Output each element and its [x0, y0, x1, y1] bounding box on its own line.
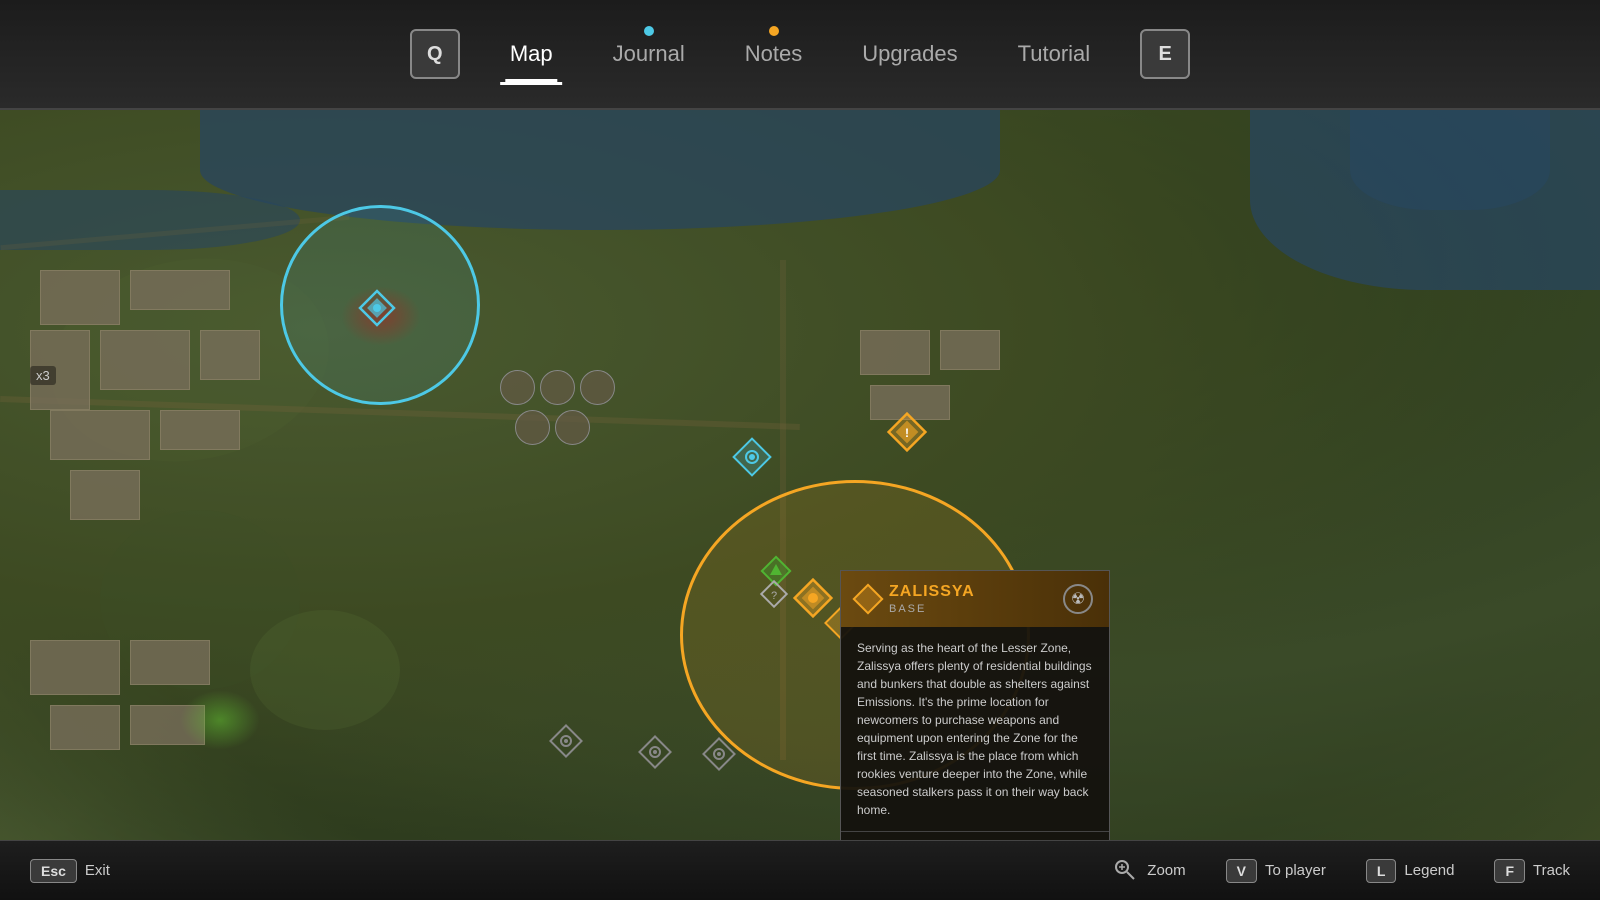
popup-title-area: ZALISSYA BASE	[857, 583, 975, 615]
popup-location-title: ZALISSYA	[889, 583, 975, 601]
svg-text:?: ?	[771, 590, 777, 602]
small-location-1[interactable]	[547, 722, 585, 760]
exit-label: Exit	[85, 862, 110, 879]
tab-tutorial[interactable]: Tutorial	[988, 31, 1121, 77]
v-key[interactable]: V	[1226, 859, 1257, 883]
popup-icons-row: ◀ ▶ ?	[841, 831, 1109, 840]
water-top-right	[1350, 110, 1550, 210]
zoom-button[interactable]: Zoom	[1111, 857, 1185, 885]
svg-text:!: !	[905, 426, 909, 440]
to-player-label: To player	[1265, 862, 1326, 879]
building-cluster-mr	[860, 330, 1020, 430]
popup-description: Serving as the heart of the Lesser Zone,…	[841, 627, 1109, 831]
counter-badge: x3	[30, 366, 56, 385]
radiation-icon: ☢	[1063, 584, 1093, 614]
cyan-location-marker[interactable]	[730, 435, 774, 479]
esc-key[interactable]: Esc	[30, 859, 77, 883]
industrial-tanks	[500, 370, 640, 460]
gray-diamond-icon[interactable]: ?	[758, 578, 790, 610]
legend-button[interactable]: L Legend	[1366, 859, 1455, 883]
q-key-button[interactable]: Q	[410, 29, 460, 79]
tab-notes[interactable]: Notes	[715, 31, 832, 77]
bottom-bar: Esc Exit Zoom V To player L Legend F Tra…	[0, 840, 1600, 900]
map-background: x3 !	[0, 110, 1600, 840]
legend-label: Legend	[1404, 862, 1454, 879]
small-location-3[interactable]	[700, 735, 738, 773]
track-label: Track	[1533, 862, 1570, 879]
popup-header: ZALISSYA BASE ☢	[841, 571, 1109, 627]
cyan-diamond-icon[interactable]	[357, 288, 397, 328]
to-player-button[interactable]: V To player	[1226, 859, 1326, 883]
l-key[interactable]: L	[1366, 859, 1397, 883]
f-key[interactable]: F	[1494, 859, 1525, 883]
exit-button[interactable]: Esc Exit	[30, 859, 110, 883]
zoom-label: Zoom	[1147, 862, 1185, 879]
green-glow	[180, 690, 260, 750]
popup-diamond-icon	[852, 583, 883, 614]
location-popup: ZALISSYA BASE ☢ Serving as the heart of …	[840, 570, 1110, 840]
tab-map[interactable]: Map	[480, 31, 583, 77]
e-key-button[interactable]: E	[1140, 29, 1190, 79]
popup-location-subtitle: BASE	[889, 603, 975, 615]
track-button[interactable]: F Track	[1494, 859, 1570, 883]
water-top	[200, 110, 1000, 230]
tab-upgrades[interactable]: Upgrades	[832, 31, 987, 77]
map-area[interactable]: x3 !	[0, 110, 1600, 840]
terrain-3	[250, 610, 400, 730]
building-cluster-tl	[30, 270, 270, 530]
nav-tabs: Q Map Journal Notes Upgrades Tutorial E	[390, 29, 1210, 79]
orange-warning-diamond[interactable]: !	[885, 410, 929, 454]
top-navigation-bar: Q Map Journal Notes Upgrades Tutorial E	[0, 0, 1600, 110]
small-location-2[interactable]	[636, 733, 674, 771]
tab-journal[interactable]: Journal	[583, 31, 715, 77]
zoom-icon	[1111, 857, 1139, 885]
